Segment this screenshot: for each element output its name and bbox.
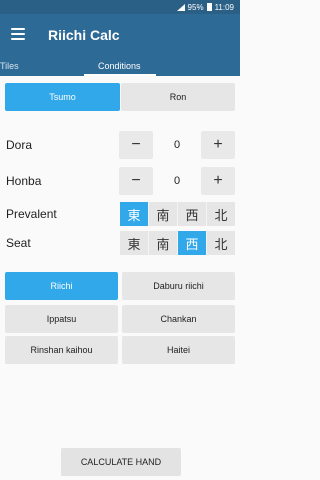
prevalent-wind-east[interactable]: 東: [120, 202, 149, 226]
ron-button[interactable]: Ron: [121, 83, 235, 111]
dora-decrement-button[interactable]: −: [119, 131, 153, 159]
app-bar: Riichi Calc: [0, 14, 240, 58]
hamburger-menu-icon[interactable]: [11, 28, 25, 40]
dora-value: 0: [173, 139, 181, 151]
riichi-button[interactable]: Riichi: [5, 272, 118, 300]
prevalent-label: Prevalent: [6, 207, 57, 221]
dora-increment-button[interactable]: +: [201, 131, 235, 159]
ippatsu-button[interactable]: Ippatsu: [5, 305, 118, 333]
tab-bar: Tiles Conditions: [0, 58, 240, 76]
app-title: Riichi Calc: [48, 27, 120, 43]
prevalent-wind-west[interactable]: 西: [178, 202, 207, 226]
chankan-button[interactable]: Chankan: [122, 305, 235, 333]
honba-value: 0: [173, 175, 181, 187]
calculate-hand-button[interactable]: CALCULATE HAND: [61, 448, 181, 476]
tsumo-button[interactable]: Tsumo: [5, 83, 120, 111]
seat-wind-selector: 東 南 西 北: [120, 231, 235, 255]
seat-wind-west[interactable]: 西: [178, 231, 207, 255]
honba-decrement-button[interactable]: −: [119, 167, 153, 195]
signal-icon: [176, 3, 185, 11]
seat-wind-south[interactable]: 南: [149, 231, 178, 255]
status-bar: 95% 11:09: [0, 0, 240, 14]
prevalent-wind-south[interactable]: 南: [149, 202, 178, 226]
tab-indicator: [84, 74, 156, 76]
honba-label: Honba: [6, 174, 42, 188]
seat-wind-north[interactable]: 北: [207, 231, 235, 255]
daburu-riichi-button[interactable]: Daburu riichi: [122, 272, 235, 300]
rinshan-kaihou-button[interactable]: Rinshan kaihou: [5, 336, 118, 364]
tab-tiles[interactable]: Tiles: [0, 61, 19, 71]
status-time: 11:09: [214, 2, 234, 12]
prevalent-wind-selector: 東 南 西 北: [120, 202, 235, 226]
tab-conditions[interactable]: Conditions: [98, 61, 141, 71]
haitei-button[interactable]: Haitei: [122, 336, 235, 364]
battery-percent: 95%: [187, 2, 204, 12]
battery-icon: [206, 3, 212, 11]
seat-wind-east[interactable]: 東: [120, 231, 149, 255]
honba-increment-button[interactable]: +: [201, 167, 235, 195]
dora-label: Dora: [6, 138, 33, 152]
seat-label: Seat: [6, 236, 31, 250]
prevalent-wind-north[interactable]: 北: [207, 202, 235, 226]
